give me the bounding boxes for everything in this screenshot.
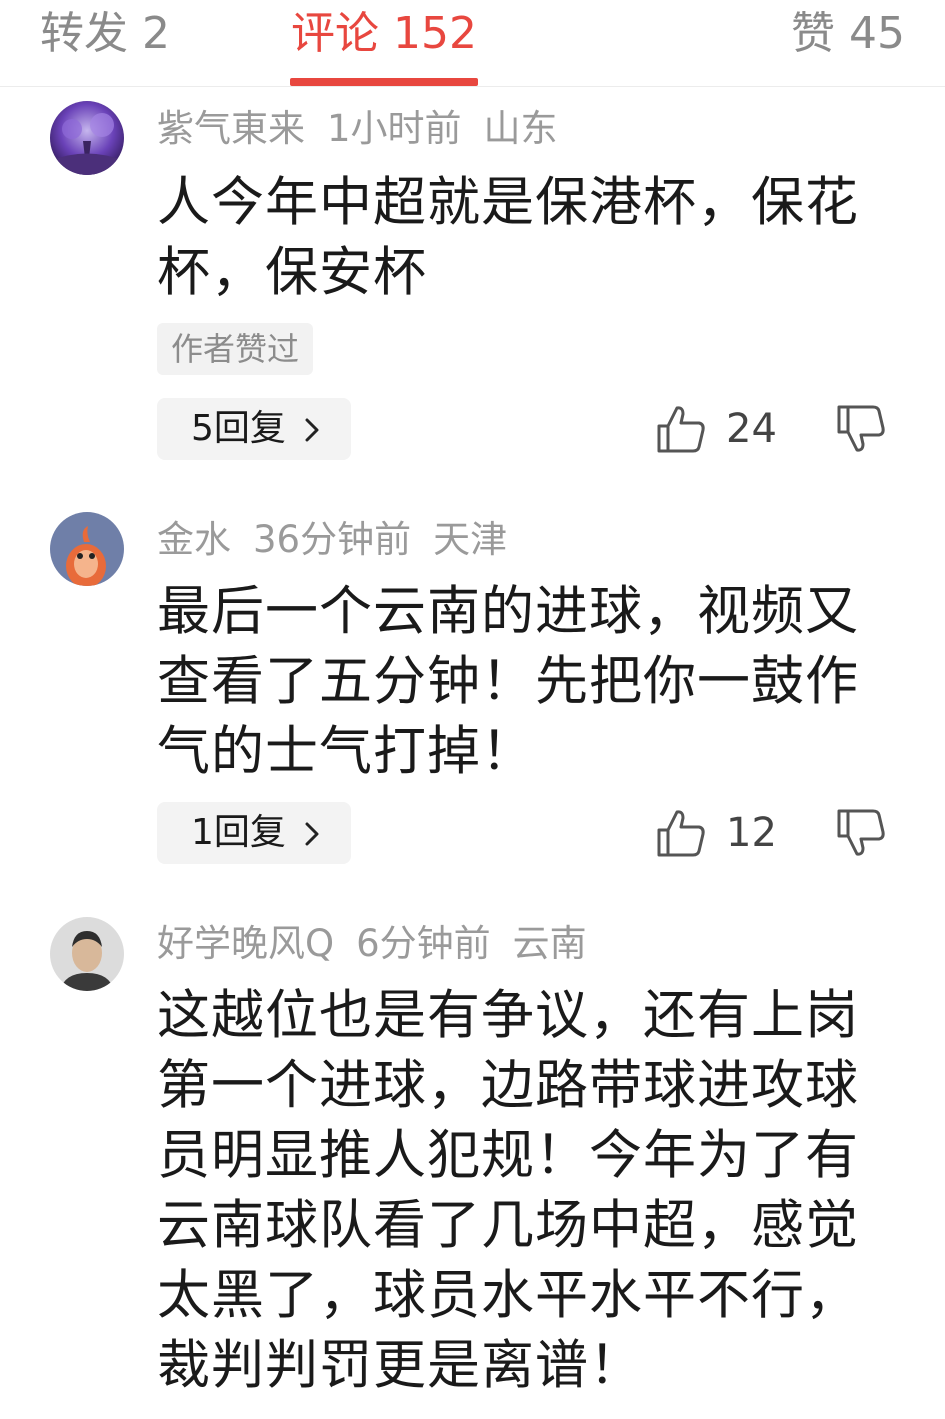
location: 天津 bbox=[433, 518, 508, 561]
timestamp: 1小时前 bbox=[327, 107, 462, 150]
username[interactable]: 好学晚风Q bbox=[157, 922, 334, 965]
replies-button[interactable]: 1回复 bbox=[157, 802, 351, 864]
tab-comments[interactable]: 评论 152 bbox=[291, 8, 477, 60]
active-tab-indicator bbox=[290, 78, 478, 86]
chevron-right-icon bbox=[305, 822, 319, 846]
username[interactable]: 紫气東来 bbox=[157, 107, 305, 150]
chevron-right-icon bbox=[305, 418, 319, 442]
comment-text: 这越位也是有争议，还有上岗第一个进球，边路带球进攻球员明显推人犯规！今年为了有云… bbox=[157, 985, 859, 1396]
thumbs-down-icon[interactable] bbox=[836, 404, 886, 454]
location: 云南 bbox=[512, 922, 587, 965]
timestamp: 6分钟前 bbox=[356, 922, 491, 965]
tab-likes[interactable]: 赞 45 bbox=[791, 8, 905, 60]
comment-text: 最后一个云南的进球，视频又查看了五分钟！先把你一鼓作气的士气打掉！ bbox=[157, 581, 859, 782]
thumbs-down-icon[interactable] bbox=[836, 808, 886, 858]
comment-text: 人今年中超就是保港杯，保花杯，保安杯 bbox=[157, 172, 859, 303]
comment-tab-bar: 转发 2 评论 152 赞 45 bbox=[0, 0, 945, 87]
thumbs-up-icon[interactable] bbox=[656, 808, 706, 858]
timestamp: 36分钟前 bbox=[253, 518, 412, 561]
like-count: 12 bbox=[726, 810, 777, 856]
comment-meta: 好学晚风Q 6分钟前 云南 bbox=[157, 921, 609, 967]
author-liked-badge: 作者赞过 bbox=[157, 323, 314, 375]
avatar[interactable] bbox=[50, 512, 124, 586]
replies-label: 5回复 bbox=[191, 408, 286, 449]
avatar[interactable] bbox=[50, 101, 124, 175]
replies-label: 1回复 bbox=[191, 812, 286, 853]
comment-meta: 紫气東来 1小时前 山东 bbox=[157, 106, 580, 152]
location: 山东 bbox=[483, 107, 558, 150]
username[interactable]: 金水 bbox=[157, 518, 231, 561]
replies-button[interactable]: 5回复 bbox=[157, 398, 351, 460]
like-count: 24 bbox=[726, 406, 777, 452]
thumbs-up-icon[interactable] bbox=[656, 404, 706, 454]
comment-meta: 金水 36分钟前 天津 bbox=[157, 517, 529, 563]
avatar[interactable] bbox=[50, 917, 124, 991]
tab-reposts[interactable]: 转发 2 bbox=[40, 8, 170, 60]
